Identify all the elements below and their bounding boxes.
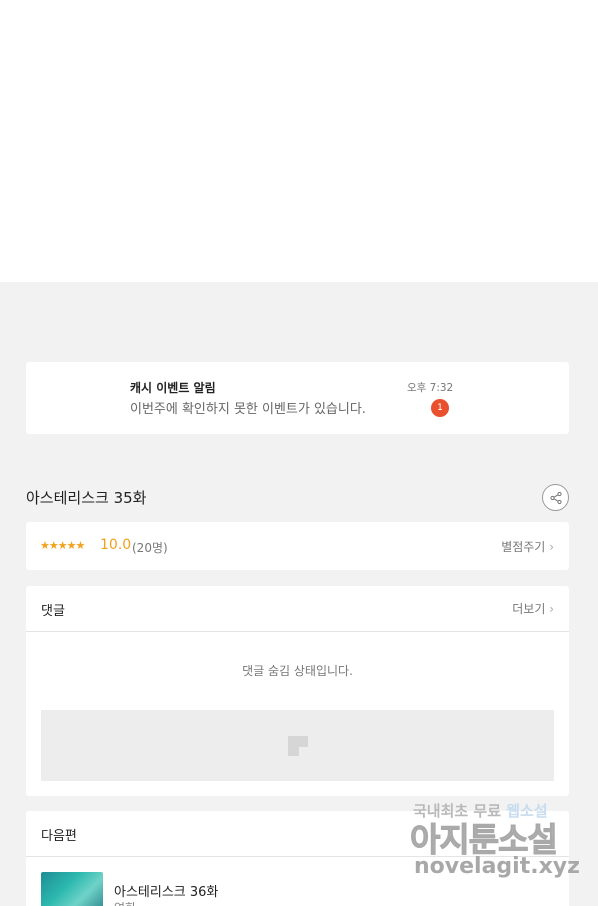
share-button[interactable]: [542, 484, 569, 511]
share-icon: [550, 491, 562, 505]
rate-button[interactable]: 별점주기 ›: [501, 538, 554, 555]
next-episode-subtitle: 연화: [114, 899, 136, 906]
notification-time: 오후 7:32: [407, 382, 454, 394]
next-episode-header: 다음편: [26, 811, 569, 857]
comments-title: 댓글: [41, 604, 65, 619]
chevron-right-icon: ›: [549, 602, 554, 616]
comments-header: 댓글 더보기 ›: [26, 586, 569, 632]
rating-card: ★★★★★ 10.0 (20명) 별점주기 ›: [26, 522, 569, 570]
content-area: [0, 0, 598, 282]
comments-more-link[interactable]: 더보기 ›: [512, 600, 554, 617]
next-episode-section-title: 다음편: [41, 829, 77, 844]
rating-score: 10.0: [100, 537, 132, 553]
ad-placeholder[interactable]: [41, 710, 554, 781]
star-rating: ★★★★★: [40, 539, 85, 552]
next-episode-card: 다음편 아스테리스크 36화 연화: [26, 811, 569, 906]
rating-count: (20명): [132, 541, 168, 555]
next-episode-thumbnail[interactable]: [41, 872, 103, 906]
notification-message: 이번주에 확인하지 못한 이벤트가 있습니다.: [130, 402, 366, 417]
notification-title: 캐시 이벤트 알림: [130, 381, 216, 395]
comments-card: 댓글 더보기 › 댓글 숨김 상태입니다.: [26, 586, 569, 796]
notification-card[interactable]: 캐시 이벤트 알림 이번주에 확인하지 못한 이벤트가 있습니다. 오후 7:3…: [26, 362, 569, 434]
rate-button-label: 별점주기: [501, 540, 546, 554]
next-episode-title[interactable]: 아스테리스크 36화: [114, 881, 218, 900]
image-placeholder-icon: [288, 736, 308, 756]
chevron-right-icon: ›: [549, 540, 554, 554]
comments-hidden-message: 댓글 숨김 상태입니다.: [242, 664, 353, 678]
comments-more-label: 더보기: [512, 602, 546, 616]
episode-title: 아스테리스크 35화: [26, 489, 147, 507]
notification-badge: 1: [431, 399, 449, 417]
